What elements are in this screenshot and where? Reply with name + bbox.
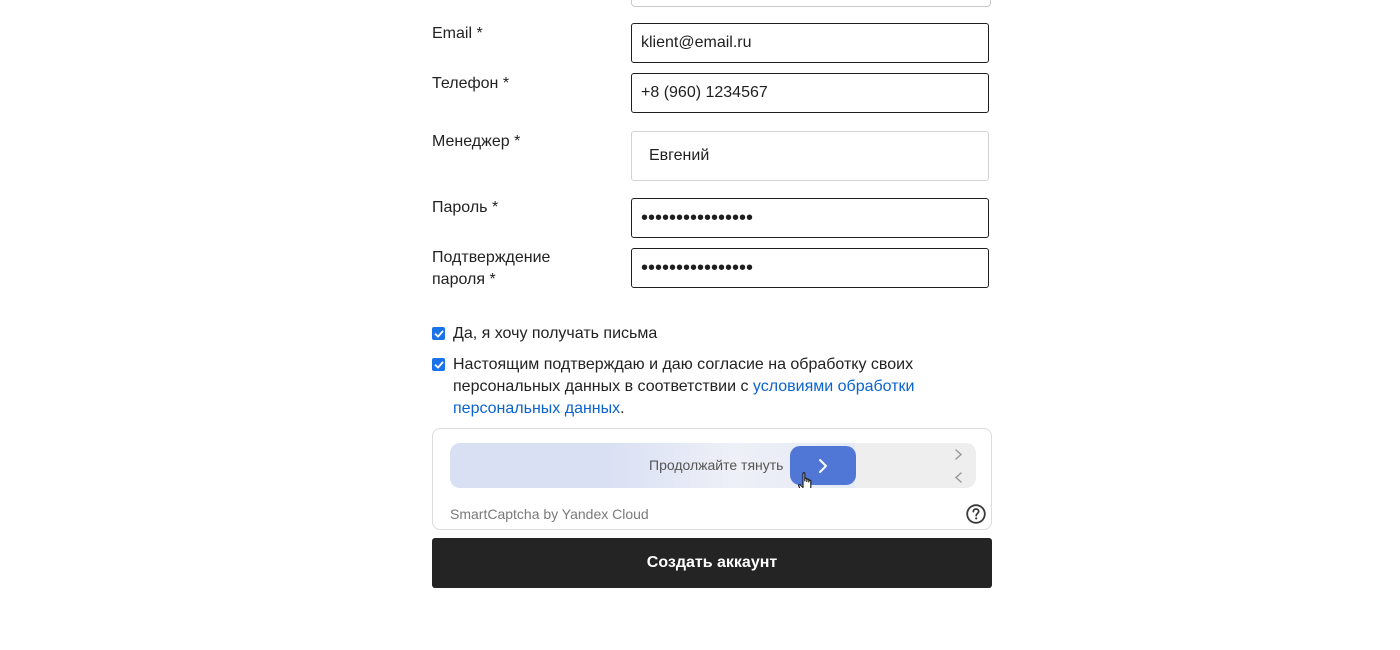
manager-field — [631, 131, 989, 181]
consent-text-end: . — [620, 400, 625, 417]
captcha-slider-track[interactable]: Продолжайте тянуть — [450, 443, 976, 488]
password-field[interactable] — [631, 198, 989, 238]
captcha-brand: SmartCaptcha by Yandex Cloud — [450, 506, 649, 522]
checkmark-icon — [434, 330, 443, 337]
confirm-password-label-line2: пароля * — [432, 271, 496, 288]
hand-cursor-icon — [798, 472, 812, 488]
consent-checkbox-label: Настоящим подтверждаю и даю согласие на … — [453, 354, 933, 420]
confirm-password-label: Подтверждение пароля * — [432, 247, 612, 291]
phone-field[interactable] — [631, 73, 989, 113]
newsletter-checkbox-label[interactable]: Да, я хочу получать письма — [453, 323, 953, 345]
chevron-right-icon — [819, 458, 827, 473]
checkmark-icon — [434, 361, 443, 368]
email-label: Email * — [432, 25, 483, 42]
email-field[interactable] — [631, 23, 989, 63]
smartcaptcha-widget: Продолжайте тянуть SmartCaptcha by Yande… — [432, 428, 992, 530]
consent-checkbox[interactable] — [432, 358, 445, 371]
slider-hint-arrows-icon — [954, 449, 963, 483]
captcha-prompt: Продолжайте тянуть — [649, 457, 784, 473]
question-circle-icon[interactable] — [966, 504, 986, 524]
phone-label: Телефон * — [432, 75, 510, 92]
manager-label: Менеджер * — [432, 133, 521, 150]
password-label: Пароль * — [432, 199, 499, 216]
confirm-password-label-line1: Подтверждение — [432, 249, 551, 266]
create-account-button[interactable]: Создать аккаунт — [432, 538, 992, 588]
confirm-password-field[interactable] — [631, 248, 989, 288]
previous-field-bottom[interactable] — [631, 0, 991, 7]
newsletter-checkbox[interactable] — [432, 327, 445, 340]
